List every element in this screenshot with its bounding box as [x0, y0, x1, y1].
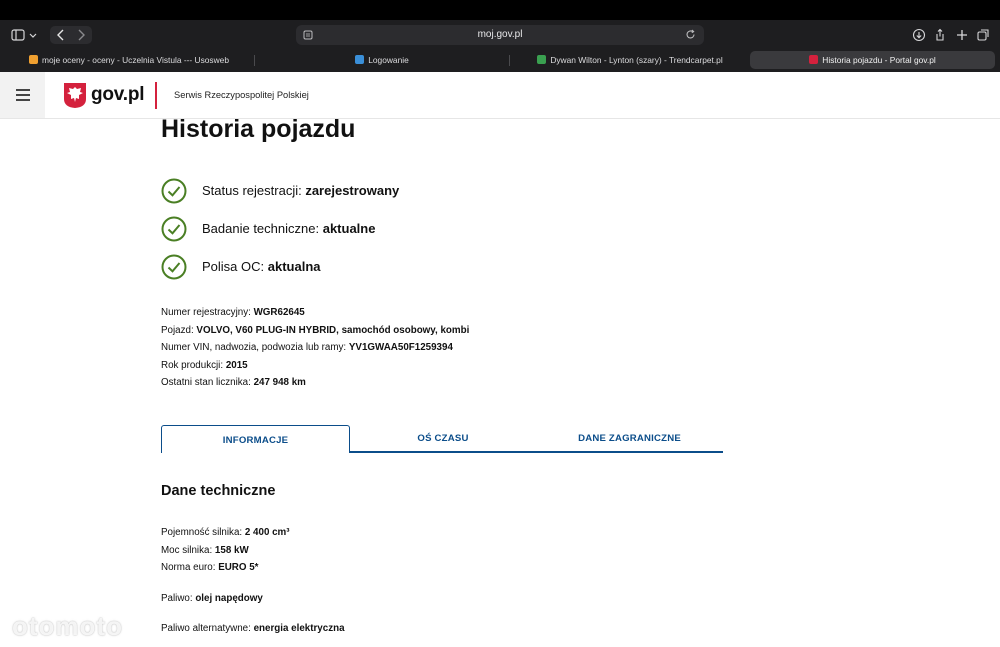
info-value: 2 400 cm³ — [244, 527, 290, 538]
new-tab-button[interactable] — [953, 26, 971, 44]
tab-overview-button[interactable] — [974, 26, 992, 44]
status-value: aktualna — [267, 259, 321, 274]
address-bar[interactable]: moj.gov.pl — [296, 25, 704, 45]
content-tabs: INFORMACJE OŚ CZASU DANE ZAGRANICZNE — [161, 425, 723, 453]
technical-info-row: Paliwo: olej napędowy — [161, 593, 263, 604]
plus-icon — [957, 30, 967, 40]
check-circle-icon — [161, 254, 187, 280]
vehicle-info-row: Rok produkcji: 2015 — [161, 360, 248, 371]
info-label: Pojazd: — [161, 325, 194, 336]
header-divider — [155, 82, 157, 109]
technical-info-row: Norma euro: EURO 5* — [161, 562, 258, 573]
info-value: 247 948 km — [253, 377, 306, 388]
logowanie-favicon-icon — [355, 55, 365, 64]
nav-buttons — [50, 26, 92, 44]
browser-tab-logowanie[interactable]: Logowanie — [255, 51, 509, 69]
technical-info-row: Pojemność silnika: 2 400 cm³ — [161, 527, 290, 538]
info-value: 2015 — [225, 360, 248, 371]
browser-tab-usosweb[interactable]: moje oceny - oceny - Uczelnia Vistula --… — [4, 51, 254, 69]
polish-eagle-emblem-icon[interactable] — [63, 82, 87, 109]
downloads-button[interactable] — [910, 26, 928, 44]
browser-tab-strip: moje oceny - oceny - Uczelnia Vistula --… — [0, 49, 1000, 71]
status-label: Polisa OC: — [202, 259, 265, 274]
browser-toolbar: moj.gov.pl — [0, 20, 1000, 49]
info-label: Paliwo: — [161, 593, 193, 604]
technical-info-row: Moc silnika: 158 kW — [161, 545, 249, 556]
info-label: Paliwo alternatywne: — [161, 623, 251, 634]
vehicle-info-row: Ostatni stan licznika: 247 948 km — [161, 377, 306, 388]
section-title: Dane techniczne — [161, 483, 276, 499]
info-value: YV1GWAA50F1259394 — [348, 342, 453, 353]
tabs-overview-icon — [977, 29, 989, 41]
info-label: Numer rejestracyjny: — [161, 307, 251, 318]
hamburger-icon — [16, 99, 30, 101]
info-label: Rok produkcji: — [161, 360, 224, 371]
browser-tab-historia-pojazdu[interactable]: Historia pojazdu - Portal gov.pl — [750, 51, 995, 69]
info-value: VOLVO, V60 PLUG-IN HYBRID, samochód osob… — [196, 325, 470, 336]
back-icon[interactable] — [57, 29, 64, 41]
hamburger-icon — [16, 94, 30, 96]
trendcarpet-favicon-icon — [537, 55, 547, 64]
tab-label: Historia pojazdu - Portal gov.pl — [822, 55, 936, 65]
info-label: Pojemność silnika: — [161, 527, 243, 538]
browser-tab-trendcarpet[interactable]: Dywan Wilton - Lynton (szary) - Trendcar… — [510, 51, 750, 69]
status-label: Status rejestracji: — [202, 183, 302, 198]
info-value: energia elektryczna — [253, 623, 345, 634]
share-button[interactable] — [931, 26, 949, 44]
tab-label: Dywan Wilton - Lynton (szary) - Trendcar… — [550, 55, 723, 65]
check-circle-icon — [161, 216, 187, 242]
tab-informacje[interactable]: INFORMACJE — [161, 425, 350, 453]
watermark: otomoto — [12, 611, 123, 641]
reload-icon[interactable] — [685, 29, 696, 40]
vehicle-info-row: Numer rejestracyjny: WGR62645 — [161, 307, 305, 318]
info-label: Moc silnika: — [161, 545, 213, 556]
address-text: moj.gov.pl — [477, 29, 523, 40]
download-icon — [912, 28, 926, 42]
hamburger-menu-button[interactable] — [0, 72, 45, 118]
tab-os-czasu[interactable]: OŚ CZASU — [350, 425, 536, 453]
info-label: Numer VIN, nadwozia, podwozia lub ramy: — [161, 342, 347, 353]
check-circle-icon — [161, 178, 187, 204]
gov-favicon-icon — [809, 55, 819, 64]
system-top-bar — [0, 0, 1000, 20]
tab-label: Logowanie — [368, 55, 409, 65]
status-label: Badanie techniczne: — [202, 221, 320, 236]
usosweb-favicon-icon — [29, 55, 39, 64]
info-value: EURO 5* — [218, 562, 259, 573]
sidebar-icon — [11, 29, 37, 41]
site-header: gov.pl Serwis Rzeczypospolitej Polskiej — [0, 72, 1000, 119]
info-label: Norma euro: — [161, 562, 216, 573]
info-value: 158 kW — [214, 545, 249, 556]
vehicle-info-row: Pojazd: VOLVO, V60 PLUG-IN HYBRID, samoc… — [161, 325, 469, 336]
page-title: Historia pojazdu — [161, 115, 356, 143]
hamburger-icon — [16, 89, 30, 91]
gov-pl-logo-text[interactable]: gov.pl — [91, 84, 145, 106]
share-icon — [936, 28, 944, 41]
tab-dane-zagraniczne[interactable]: DANE ZAGRANICZNE — [536, 425, 723, 453]
forward-icon[interactable] — [78, 29, 85, 41]
info-value: olej napędowy — [195, 593, 263, 604]
info-value: WGR62645 — [253, 307, 305, 318]
technical-info-row: Paliwo alternatywne: energia elektryczna — [161, 623, 345, 634]
vehicle-info-row: Numer VIN, nadwozia, podwozia lub ramy: … — [161, 342, 453, 353]
sidebar-toggle-button[interactable] — [8, 26, 40, 44]
info-label: Ostatni stan licznika: — [161, 377, 251, 388]
tab-label: moje oceny - oceny - Uczelnia Vistula --… — [42, 55, 229, 65]
status-value: zarejestrowany — [305, 183, 400, 198]
browser-chrome: moj.gov.pl moje oceny - oceny - Uczelnia… — [0, 20, 1000, 72]
status-value: aktualne — [322, 221, 376, 236]
service-name: Serwis Rzeczypospolitej Polskiej — [174, 90, 309, 100]
